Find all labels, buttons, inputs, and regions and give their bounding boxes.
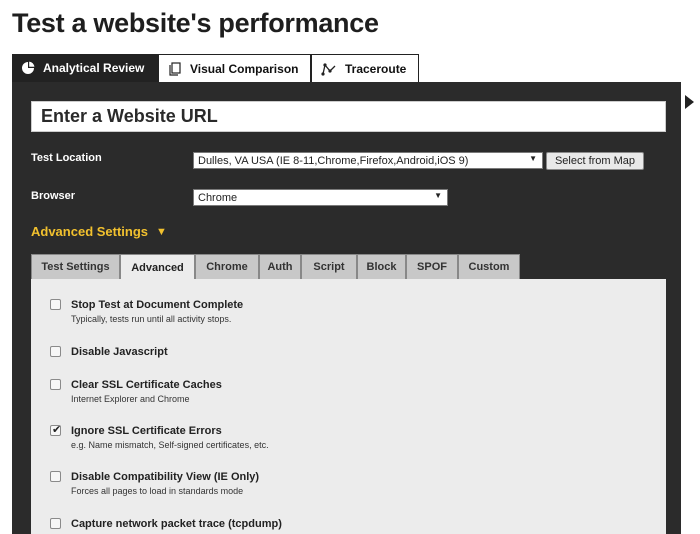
- tab-spof[interactable]: SPOF: [406, 254, 458, 279]
- advanced-settings-label: Advanced Settings: [31, 224, 149, 239]
- tab-analytical-review[interactable]: Analytical Review: [12, 54, 158, 82]
- disable-javascript-checkbox[interactable]: ✔: [50, 346, 61, 357]
- option-title: Capture network packet trace (tcpdump): [71, 518, 282, 530]
- select-value: Dulles, VA USA (IE 8-11,Chrome,Firefox,A…: [198, 154, 469, 167]
- traceroute-icon: [321, 62, 336, 76]
- page-title: Test a website's performance: [12, 8, 379, 38]
- option-description: e.g. Name mismatch, Self-signed certific…: [71, 440, 269, 450]
- tab-traceroute[interactable]: Traceroute: [311, 54, 419, 82]
- browser-select[interactable]: Chrome ▼: [193, 189, 448, 206]
- tab-script[interactable]: Script: [301, 254, 357, 279]
- option-description: Typically, tests run until all activity …: [71, 314, 232, 324]
- tab-advanced[interactable]: Advanced: [120, 254, 195, 280]
- test-location-label: Test Location: [31, 152, 102, 164]
- gauge-icon: [22, 61, 35, 74]
- ignore-ssl-errors-checkbox[interactable]: ✔: [50, 424, 62, 436]
- option-description: Forces all pages to load in standards mo…: [71, 486, 244, 496]
- tab-test-settings[interactable]: Test Settings: [31, 254, 120, 279]
- option-title: Stop Test at Document Complete: [71, 299, 244, 311]
- tab-custom[interactable]: Custom: [458, 254, 520, 279]
- checkmark-icon: ✔: [52, 424, 62, 436]
- expand-triangle-icon: ▼: [156, 225, 167, 238]
- option-title: Ignore SSL Certificate Errors: [71, 425, 222, 437]
- advanced-settings-panel: ✔ Stop Test at Document Complete Typical…: [31, 279, 666, 534]
- select-value: Chrome: [198, 191, 238, 204]
- dropdown-arrow-icon: ▼: [434, 191, 442, 200]
- tab-label: Traceroute: [345, 61, 407, 76]
- tab-label: Analytical Review: [43, 61, 145, 75]
- url-input[interactable]: [31, 101, 666, 132]
- documents-icon: [169, 61, 181, 76]
- option-description: Internet Explorer and Chrome: [71, 394, 190, 404]
- option-title: Clear SSL Certificate Caches: [71, 379, 222, 391]
- disable-compat-view-checkbox[interactable]: ✔: [50, 471, 61, 482]
- arrow-right-icon: [685, 95, 694, 109]
- option-title: Disable Javascript: [71, 346, 168, 358]
- browser-label: Browser: [31, 190, 76, 202]
- stop-test-checkbox[interactable]: ✔: [50, 299, 61, 310]
- capture-tcpdump-checkbox[interactable]: ✔: [50, 518, 61, 529]
- tab-visual-comparison[interactable]: Visual Comparison: [158, 54, 311, 82]
- tab-label: Visual Comparison: [190, 61, 299, 76]
- option-title: Disable Compatibility View (IE Only): [71, 471, 260, 483]
- tab-block[interactable]: Block: [357, 254, 406, 279]
- tab-chrome[interactable]: Chrome: [195, 254, 259, 279]
- test-location-select[interactable]: Dulles, VA USA (IE 8-11,Chrome,Firefox,A…: [193, 152, 543, 169]
- clear-ssl-checkbox[interactable]: ✔: [50, 379, 61, 390]
- dropdown-arrow-icon: ▼: [529, 154, 537, 163]
- tab-auth[interactable]: Auth: [259, 254, 301, 279]
- test-panel: Test Location Dulles, VA USA (IE 8-11,Ch…: [12, 82, 681, 534]
- select-from-map-button[interactable]: Select from Map: [546, 152, 644, 170]
- advanced-settings-toggle[interactable]: Advanced Settings ▼: [31, 224, 167, 239]
